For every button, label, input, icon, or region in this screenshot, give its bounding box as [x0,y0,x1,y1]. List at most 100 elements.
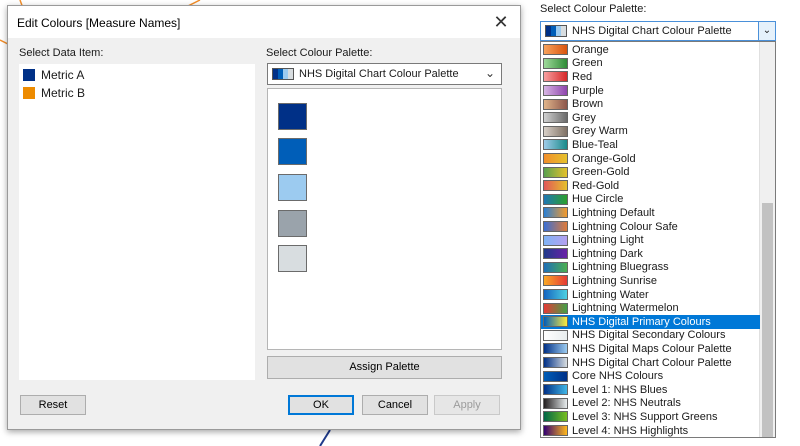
palette-option-label: Lightning Water [572,288,649,301]
palette-option[interactable]: Level 3: NHS Support Greens [541,410,760,424]
palette-option[interactable]: Orange-Gold [541,152,760,166]
palette-swatch[interactable] [278,174,307,201]
palette-option-label: Hue Circle [572,193,624,206]
palette-option[interactable]: Level 2: NHS Neutrals [541,397,760,411]
palette-option-label: Green [572,57,603,70]
palette-gradient-icon [543,384,568,396]
palette-option-label: Lightning Colour Safe [572,220,678,233]
dialog-title: Edit Colours [Measure Names] [17,16,181,30]
palette-gradient-icon [543,98,568,110]
palette-option-label: Level 4: NHS Highlights [572,424,689,437]
palette-option[interactable]: Green [541,57,760,71]
palette-option[interactable]: Lightning Water [541,288,760,302]
palette-option-label: Grey Warm [572,125,628,138]
palette-option[interactable]: Green-Gold [541,165,760,179]
palette-swatch[interactable] [278,138,307,165]
palette-option[interactable]: Grey Warm [541,125,760,139]
palette-option[interactable]: Level 1: NHS Blues [541,383,760,397]
palette-option-label: Lightning Sunrise [572,274,658,287]
palette-swatch[interactable] [278,245,307,272]
palette-option-label: Level 2: NHS Neutrals [572,397,681,410]
palette-option-label: NHS Digital Chart Colour Palette [572,356,732,369]
palette-gradient-icon [543,411,568,423]
select-data-item-label: Select Data Item: [19,47,104,59]
palette-swatch-panel [267,88,502,350]
palette-option[interactable]: Lightning Sunrise [541,274,760,288]
palette-option[interactable]: Brown [541,97,760,111]
palette-option-label: Blue-Teal [572,138,618,151]
dropdown-palette-select[interactable]: NHS Digital Chart Colour Palette ⌄ [540,21,776,41]
palette-option-label: Core NHS Colours [572,370,664,383]
scrollbar[interactable] [759,42,775,437]
palette-gradient-icon [543,425,568,437]
palette-gradient-icon [543,207,568,219]
cancel-button[interactable]: Cancel [362,395,428,415]
palette-option-label: Lightning Light [572,234,644,247]
palette-option[interactable]: Lightning Colour Safe [541,220,760,234]
scrollbar-thumb[interactable] [762,203,773,437]
palette-gradient-icon [543,180,568,192]
palette-option-label: Lightning Default [572,206,655,219]
data-item-metric-b[interactable]: Metric B [23,85,85,101]
palette-gradient-icon [543,139,568,151]
palette-gradient-icon [543,248,568,260]
palette-gradient-icon [543,357,568,369]
data-item-metric-a[interactable]: Metric A [23,67,84,83]
color-swatch [23,87,35,99]
palette-option[interactable]: Blue-Teal [541,138,760,152]
dropdown-palette-label: Select Colour Palette: [540,3,647,15]
reset-button[interactable]: Reset [20,395,86,415]
chevron-down-icon[interactable]: ⌄ [758,22,775,40]
palette-option[interactable]: NHS Digital Chart Colour Palette [541,356,760,370]
apply-button[interactable]: Apply [434,395,500,415]
palette-gradient-icon [543,221,568,233]
palette-option[interactable]: Core NHS Colours [541,369,760,383]
palette-option[interactable]: Orange [541,43,760,57]
palette-gradient-icon [543,44,568,56]
palette-thumbnail [272,68,294,80]
data-item-label: Metric A [41,68,85,82]
palette-option[interactable]: Lightning Watermelon [541,301,760,315]
palette-dropdown-list[interactable]: Orange Green Red Purple Brown Grey Grey Warm Bl… [540,41,776,438]
palette-option[interactable]: NHS Digital Secondary Colours [541,329,760,343]
palette-option[interactable]: NHS Digital Maps Colour Palette [541,342,760,356]
palette-gradient-icon [543,193,568,205]
palette-option-label: Lightning Watermelon [572,302,679,315]
palette-option-label: Level 3: NHS Support Greens [572,410,718,423]
palette-swatch[interactable] [278,210,307,237]
palette-option-label: Red [572,70,593,83]
palette-option-label: NHS Digital Secondary Colours [572,329,726,342]
palette-gradient-icon [543,289,568,301]
palette-option[interactable]: Level 4: NHS Highlights [541,424,760,437]
palette-gradient-icon [543,343,568,355]
palette-option[interactable]: Grey [541,111,760,125]
assign-palette-button[interactable]: Assign Palette [267,356,502,379]
palette-select-value: NHS Digital Chart Colour Palette [299,68,459,80]
palette-gradient-icon [543,57,568,69]
ok-button[interactable]: OK [288,395,354,415]
palette-option[interactable]: Lightning Bluegrass [541,261,760,275]
palette-option[interactable]: Hue Circle [541,193,760,207]
palette-option-label: Brown [572,98,604,111]
palette-gradient-icon [543,261,568,273]
palette-swatch[interactable] [278,103,307,130]
palette-option[interactable]: Lightning Dark [541,247,760,261]
palette-option[interactable]: Red [541,70,760,84]
palette-gradient-icon [543,85,568,97]
palette-option-label: NHS Digital Primary Colours [572,315,711,328]
palette-option[interactable]: Red-Gold [541,179,760,193]
palette-gradient-icon [543,329,568,341]
palette-option[interactable]: Lightning Default [541,206,760,220]
palette-option-label: NHS Digital Maps Colour Palette [572,342,732,355]
palette-option-label: Lightning Dark [572,247,643,260]
palette-select[interactable]: NHS Digital Chart Colour Palette ⌄ [267,63,502,85]
palette-option[interactable]: Lightning Light [541,233,760,247]
palette-option-label: Level 1: NHS Blues [572,383,668,396]
close-icon[interactable]: ✕ [491,12,511,32]
palette-gradient-icon [543,275,568,287]
palette-gradient-icon [543,166,568,178]
palette-option[interactable]: NHS Digital Primary Colours [541,315,760,329]
palette-option-label: Orange [572,43,609,56]
select-palette-label: Select Colour Palette: [266,47,373,59]
palette-option[interactable]: Purple [541,84,760,98]
